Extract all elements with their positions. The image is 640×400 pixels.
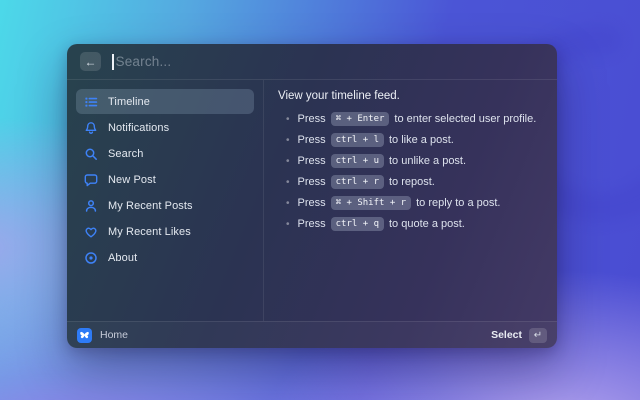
enter-key-badge: ↵ xyxy=(529,327,547,343)
shortcut-row: • Press ctrl + q to quote a post. xyxy=(278,217,543,231)
shortcut-prefix: Press xyxy=(297,218,326,230)
shortcut-prefix: Press xyxy=(297,134,326,146)
sidebar-item-timeline[interactable]: Timeline xyxy=(76,89,254,114)
back-button[interactable]: ← xyxy=(80,52,101,71)
sidebar-item-my-recent-likes[interactable]: My Recent Likes xyxy=(76,219,254,244)
kbd-badge: ⌘ + Shift + r xyxy=(330,196,412,210)
sidebar: Timeline Notifications Search New Post M… xyxy=(67,80,263,321)
command-palette-window: ← Search... Timeline Notifications Searc… xyxy=(67,44,557,348)
sidebar-item-label: My Recent Posts xyxy=(108,199,193,212)
kbd-badge: ctrl + u xyxy=(330,154,384,168)
select-action-label[interactable]: Select xyxy=(491,329,522,341)
kbd-badge: ⌘ + Enter xyxy=(330,112,390,126)
sidebar-item-my-recent-posts[interactable]: My Recent Posts xyxy=(76,193,254,218)
shortcut-row: • Press ctrl + u to unlike a post. xyxy=(278,154,543,168)
shortcut-row: • Press ⌘ + Shift + r to reply to a post… xyxy=(278,196,543,210)
heart-icon xyxy=(85,227,97,237)
sidebar-item-search[interactable]: Search xyxy=(76,141,254,166)
footer-bar: Home Select ↵ xyxy=(67,321,557,348)
search-input[interactable]: Search... xyxy=(116,54,172,69)
shortcut-prefix: Press xyxy=(297,113,326,125)
sidebar-item-label: Search xyxy=(108,147,144,160)
shortcut-prefix: Press xyxy=(297,155,326,167)
shortcut-prefix: Press xyxy=(297,176,326,188)
search-icon xyxy=(85,148,97,160)
sidebar-item-label: New Post xyxy=(108,173,156,186)
shortcut-prefix: Press xyxy=(297,197,326,209)
shortcut-row: • Press ctrl + r to repost. xyxy=(278,175,543,189)
detail-panel: View your timeline feed. • Press ⌘ + Ent… xyxy=(263,80,557,321)
shortcut-row: • Press ctrl + l to like a post. xyxy=(278,133,543,147)
shortcut-suffix: to reply to a post. xyxy=(416,197,501,209)
bullet-dot: • xyxy=(286,113,290,125)
shortcut-row: • Press ⌘ + Enter to enter selected user… xyxy=(278,112,543,126)
shortcut-suffix: to enter selected user profile. xyxy=(394,113,537,125)
sidebar-item-label: About xyxy=(108,251,138,264)
sidebar-item-new-post[interactable]: New Post xyxy=(76,167,254,192)
shortcut-suffix: to unlike a post. xyxy=(389,155,467,167)
search-bar: ← Search... xyxy=(67,44,557,80)
sidebar-item-notifications[interactable]: Notifications xyxy=(76,115,254,140)
shortcut-suffix: to repost. xyxy=(389,176,435,188)
sidebar-item-about[interactable]: About xyxy=(76,245,254,270)
bullet-dot: • xyxy=(286,218,290,230)
bell-icon xyxy=(85,121,97,134)
footer-app-label: Home xyxy=(100,329,129,341)
chat-bubble-icon xyxy=(84,173,98,186)
bluesky-butterfly-icon xyxy=(77,327,92,343)
bullet-dot: • xyxy=(286,134,290,146)
back-arrow-icon: ← xyxy=(84,54,97,69)
return-key-icon: ↵ xyxy=(533,329,543,341)
info-circle-icon xyxy=(85,251,97,264)
sidebar-item-label: Timeline xyxy=(108,95,150,108)
kbd-badge: ctrl + l xyxy=(330,133,384,147)
sidebar-item-label: My Recent Likes xyxy=(108,225,191,238)
main-area: Timeline Notifications Search New Post M… xyxy=(67,80,557,321)
list-icon xyxy=(85,97,98,107)
detail-title: View your timeline feed. xyxy=(278,90,400,102)
bullet-dot: • xyxy=(286,176,290,188)
shortcut-suffix: to like a post. xyxy=(389,134,454,146)
bullet-dot: • xyxy=(286,197,290,209)
kbd-badge: ctrl + r xyxy=(330,175,384,189)
shortcut-suffix: to quote a post. xyxy=(389,218,465,230)
bullet-dot: • xyxy=(286,155,290,167)
text-caret xyxy=(112,53,114,70)
sidebar-item-label: Notifications xyxy=(108,121,170,134)
kbd-badge: ctrl + q xyxy=(330,217,384,231)
person-icon xyxy=(85,199,97,212)
